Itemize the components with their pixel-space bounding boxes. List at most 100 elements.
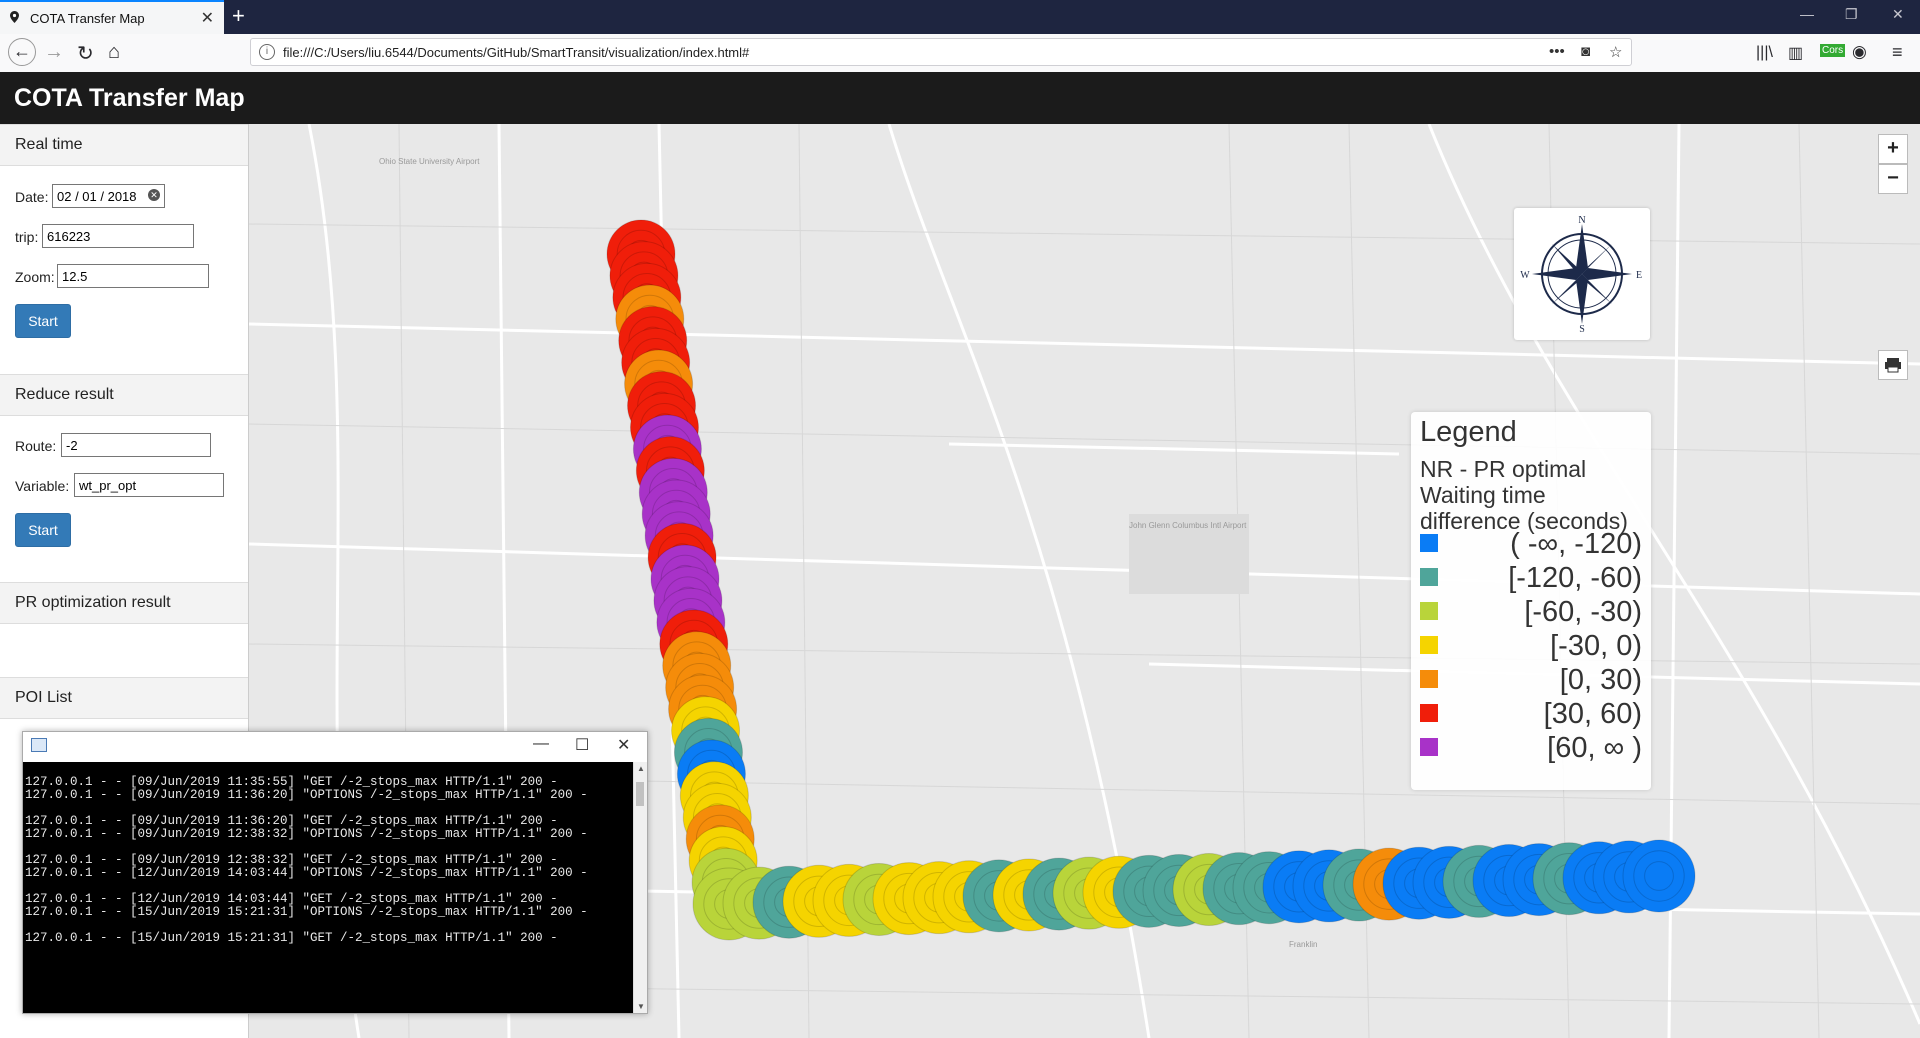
account-icon[interactable]: ◉ [1852, 42, 1867, 62]
console-line: 127.0.0.1 - - [09/Jun/2019 11:35:55] "GE… [25, 775, 558, 789]
home-icon[interactable]: ⌂ [108, 41, 120, 64]
clear-date-icon[interactable]: ✕ [148, 189, 160, 201]
panel-pr-header[interactable]: PR optimization result [0, 582, 248, 624]
legend-label: [-30, 0) [1550, 630, 1642, 662]
compass-rose-icon: N S E W [1514, 208, 1650, 340]
legend-item: [60, ∞ ) [1420, 732, 1642, 764]
date-label: Date: [15, 189, 49, 205]
zoom-input[interactable] [57, 264, 209, 288]
route-input[interactable] [61, 433, 211, 457]
realtime-start-button[interactable]: Start [15, 304, 71, 338]
sidebar-icon[interactable]: ▥ [1788, 43, 1803, 63]
svg-text:N: N [1578, 215, 1585, 226]
zoom-label: Zoom: [15, 269, 55, 285]
library-icon[interactable]: |||\ [1756, 44, 1773, 62]
legend-label: [30, 60) [1543, 698, 1642, 730]
console-line: 127.0.0.1 - - [09/Jun/2019 12:38:32] "OP… [25, 827, 588, 841]
legend-label: [-60, -30) [1524, 596, 1642, 628]
panel-title: Reduce result [15, 386, 114, 403]
minimize-icon[interactable]: — [533, 735, 549, 753]
console-line: 127.0.0.1 - - [12/Jun/2019 14:03:44] "OP… [25, 866, 588, 880]
tab-title: COTA Transfer Map [30, 11, 145, 26]
legend-item: [-60, -30) [1420, 596, 1642, 628]
legend-label: [60, ∞ ) [1547, 732, 1642, 764]
legend-item: [-30, 0) [1420, 630, 1642, 662]
legend-item: [-120, -60) [1420, 562, 1642, 594]
forward-icon[interactable]: → [44, 41, 64, 64]
variable-label: Variable: [15, 478, 70, 494]
panel-title: Real time [15, 136, 83, 153]
console-output: 127.0.0.1 - - [09/Jun/2019 11:35:55] "GE… [23, 762, 633, 1013]
console-app-icon [31, 738, 47, 752]
legend: Legend NR - PR optimal Waiting time diff… [1411, 412, 1651, 790]
route-label: Route: [15, 438, 57, 454]
restore-icon[interactable]: ❐ [1845, 6, 1858, 23]
cors-extension-icon[interactable]: Cors [1820, 44, 1846, 57]
trip-input[interactable] [42, 224, 194, 248]
panel-poi-header[interactable]: POI List [0, 677, 248, 719]
zoom-out-button[interactable]: − [1878, 164, 1908, 194]
legend-swatch [1420, 670, 1438, 688]
legend-label: [-120, -60) [1508, 562, 1642, 594]
legend-item: [30, 60) [1420, 698, 1642, 730]
panel-title: POI List [15, 689, 72, 706]
bookmark-star-icon[interactable]: ☆ [1609, 43, 1622, 61]
url-bar[interactable]: i file:///C:/Users/liu.6544/Documents/Gi… [250, 38, 1632, 66]
console-line: 127.0.0.1 - - [09/Jun/2019 11:36:20] "OP… [25, 788, 588, 802]
app-header: COTA Transfer Map [0, 72, 1920, 124]
console-line: 127.0.0.1 - - [09/Jun/2019 11:36:20] "GE… [25, 814, 558, 828]
legend-swatch [1420, 568, 1438, 586]
console-line: 127.0.0.1 - - [12/Jun/2019 14:03:44] "GE… [25, 892, 558, 906]
route-stop-marker [1644, 861, 1674, 891]
legend-swatch [1420, 636, 1438, 654]
info-icon[interactable]: i [259, 44, 275, 60]
legend-title: Legend [1420, 416, 1517, 448]
svg-text:W: W [1520, 270, 1530, 281]
date-input[interactable]: 02 / 01 / 2018 ✕ [52, 184, 165, 208]
tab-close-icon[interactable]: ✕ [201, 8, 214, 28]
panel-title: PR optimization result [15, 594, 171, 611]
legend-subtitle: NR - PR optimal Waiting time difference … [1420, 456, 1628, 534]
browser-tab-bar: COTA Transfer Map ✕ + — ❐ ✕ [0, 0, 1920, 34]
place-label: Franklin [1289, 940, 1317, 949]
console-line: 127.0.0.1 - - [15/Jun/2019 15:21:31] "OP… [25, 905, 588, 919]
url-text: file:///C:/Users/liu.6544/Documents/GitH… [283, 45, 750, 60]
legend-swatch [1420, 602, 1438, 620]
maximize-icon[interactable]: ☐ [575, 735, 589, 755]
browser-nav-bar: ← → ↻ ⌂ i file:///C:/Users/liu.6544/Docu… [0, 34, 1920, 73]
browser-tab[interactable]: COTA Transfer Map ✕ [0, 0, 224, 34]
panel-realtime-header[interactable]: Real time [0, 124, 248, 166]
console-window[interactable]: — ☐ ✕ 127.0.0.1 - - [09/Jun/2019 11:35:5… [22, 731, 648, 1014]
svg-text:E: E [1636, 270, 1642, 281]
zoom-in-button[interactable]: + [1878, 134, 1908, 164]
back-icon[interactable]: ← [8, 38, 36, 66]
reload-icon[interactable]: ↻ [77, 41, 94, 66]
print-button[interactable] [1878, 350, 1908, 380]
variable-input[interactable] [74, 473, 224, 497]
panel-reduce-header[interactable]: Reduce result [0, 374, 248, 416]
console-titlebar[interactable]: — ☐ ✕ [23, 732, 647, 762]
close-window-icon[interactable]: ✕ [1892, 6, 1904, 23]
pocket-icon[interactable]: ◙ [1581, 43, 1590, 60]
place-label: John Glenn Columbus Intl Airport [1129, 521, 1247, 530]
close-window-icon[interactable]: ✕ [617, 735, 630, 755]
page-actions-icon[interactable]: ••• [1549, 43, 1565, 60]
minimize-icon[interactable]: — [1800, 6, 1814, 22]
new-tab-icon[interactable]: + [232, 3, 245, 29]
reduce-start-button[interactable]: Start [15, 513, 71, 547]
page-title: COTA Transfer Map [14, 84, 245, 112]
legend-swatch [1420, 534, 1438, 552]
legend-label: ( -∞, -120) [1510, 528, 1642, 560]
date-value: 02 / 01 / 2018 [57, 189, 137, 204]
menu-icon[interactable]: ≡ [1892, 42, 1903, 63]
legend-label: [0, 30) [1559, 664, 1642, 696]
printer-icon [1885, 358, 1901, 373]
console-scrollbar[interactable]: ▲ ▼ [633, 762, 647, 1013]
legend-swatch [1420, 704, 1438, 722]
console-line: 127.0.0.1 - - [09/Jun/2019 12:38:32] "GE… [25, 853, 558, 867]
legend-item: ( -∞, -120) [1420, 528, 1642, 560]
console-line: 127.0.0.1 - - [15/Jun/2019 15:21:31] "GE… [25, 931, 558, 945]
svg-text:S: S [1579, 324, 1585, 335]
location-pin-icon [10, 11, 19, 23]
legend-item: [0, 30) [1420, 664, 1642, 696]
